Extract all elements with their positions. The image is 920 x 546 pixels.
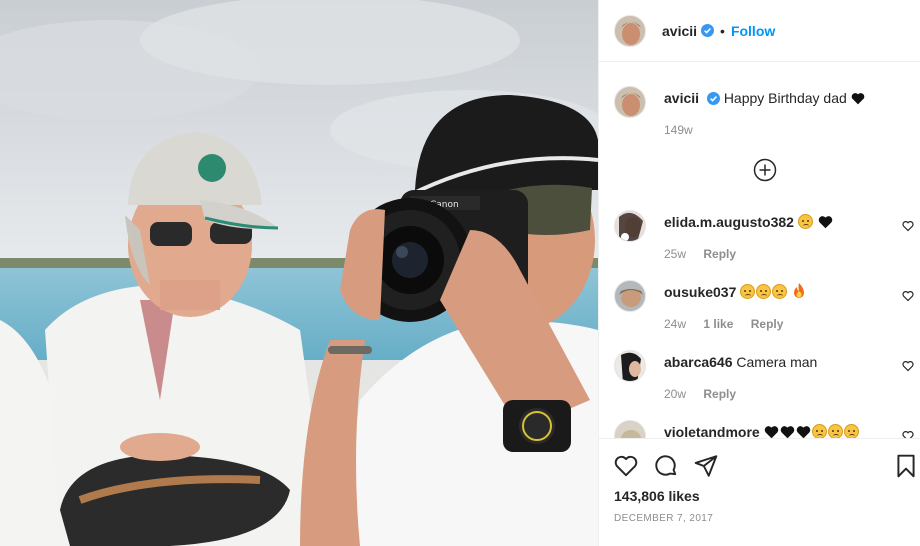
comment-like-count[interactable]: 1 like <box>703 317 733 331</box>
post-photo[interactable]: Canon <box>0 0 598 546</box>
fire-emoji <box>794 283 805 298</box>
black-heart-emoji <box>764 426 778 438</box>
heart-icon[interactable] <box>902 360 914 372</box>
reply-button[interactable]: Reply <box>703 247 736 261</box>
sad-face-emoji <box>756 284 772 299</box>
author-avatar[interactable] <box>614 86 646 118</box>
post-image: Canon <box>0 0 598 546</box>
sad-face-emoji <box>772 284 788 299</box>
comment-username[interactable]: abarca646 <box>664 354 733 370</box>
commenter-avatar[interactable] <box>614 280 646 312</box>
reply-button[interactable]: Reply <box>703 387 736 401</box>
caption-age: 149w <box>664 123 693 137</box>
caption-text: Happy Birthday dad <box>723 90 847 106</box>
author-username[interactable]: avicii <box>662 23 697 39</box>
comment-icon[interactable] <box>653 453 679 479</box>
comment-username[interactable]: violetandmore <box>664 424 760 438</box>
comment-age: 20w <box>664 387 687 401</box>
black-heart-emoji <box>780 426 794 438</box>
comment-username[interactable]: elida.m.augusto382 <box>664 214 794 230</box>
follow-button[interactable]: Follow <box>731 23 775 39</box>
comment-meta: 20w Reply <box>664 385 914 403</box>
author-avatar[interactable] <box>614 14 646 47</box>
sad-face-emoji <box>827 424 843 438</box>
verified-badge-icon <box>706 91 720 105</box>
comment-meta: 25w Reply <box>664 245 914 263</box>
heart-icon[interactable] <box>902 220 914 232</box>
sad-face-emoji <box>811 424 827 438</box>
sad-face-emoji <box>843 424 859 438</box>
heart-icon[interactable] <box>902 290 914 302</box>
commenter-avatar[interactable] <box>614 350 646 382</box>
load-more-comments-button[interactable] <box>753 158 777 182</box>
black-heart-emoji <box>796 426 810 438</box>
heart-icon[interactable] <box>613 453 639 479</box>
post-date: DECEMBER 7, 2017 <box>614 513 714 524</box>
black-heart-emoji <box>851 93 864 105</box>
plus-circle-icon <box>753 158 777 182</box>
caption: avicii Happy Birthday dad 149w <box>614 86 914 139</box>
heart-icon[interactable] <box>902 430 914 438</box>
comment-item: elida.m.augusto382 25w Reply <box>614 210 914 263</box>
comment-username[interactable]: ousuke037 <box>664 284 736 300</box>
separator-dot: • <box>720 22 725 39</box>
reply-button[interactable]: Reply <box>751 317 784 331</box>
comments-list[interactable]: avicii Happy Birthday dad 149w elida.m.a… <box>599 62 920 438</box>
commenter-avatar[interactable] <box>614 210 646 242</box>
sad-face-emoji <box>797 214 813 229</box>
comment-item: abarca646 Camera man 20w Reply <box>614 350 914 403</box>
post-actions: 143,806 likes DECEMBER 7, 2017 <box>599 438 920 546</box>
post-sidebar: avicii • Follow avicii Happy Birthday da… <box>598 0 920 546</box>
comment-item: ousuke037 24w 1 like Reply <box>614 280 914 333</box>
like-count[interactable]: 143,806 likes <box>614 488 700 504</box>
sad-face-emoji <box>740 284 756 299</box>
caption-username[interactable]: avicii <box>664 90 699 106</box>
comment-age: 25w <box>664 247 687 261</box>
comment-age: 24w <box>664 317 687 331</box>
verified-badge-icon <box>701 24 715 37</box>
paper-plane-icon[interactable] <box>693 453 719 479</box>
bookmark-icon[interactable] <box>893 453 919 479</box>
comment-item: violetandmore <box>614 420 914 438</box>
black-heart-emoji <box>818 216 832 229</box>
caption-meta: 149w <box>664 121 866 139</box>
post-header: avicii • Follow <box>599 0 920 62</box>
commenter-avatar[interactable] <box>614 420 646 438</box>
comment-meta: 24w 1 like Reply <box>664 315 914 333</box>
comment-text: Camera man <box>736 354 818 370</box>
